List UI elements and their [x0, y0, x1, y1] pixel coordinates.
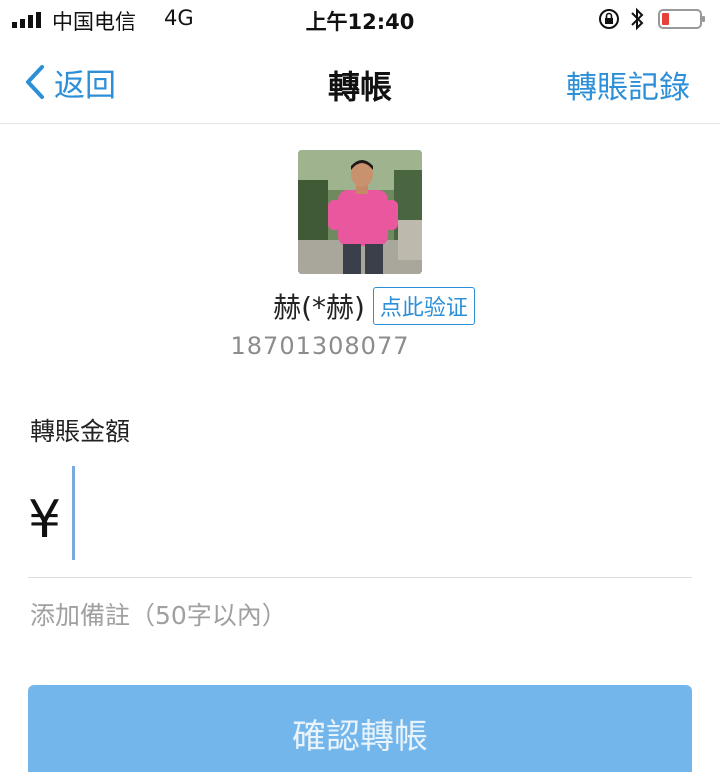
orientation-lock-icon: [599, 9, 619, 29]
payee-phone: 18701308077: [0, 332, 720, 360]
amount-input[interactable]: ¥: [28, 464, 692, 564]
remark-input[interactable]: 添加備註（50字以內）: [30, 596, 287, 632]
payee-row: 赫(*赫) 点此验证: [0, 286, 720, 326]
text-caret: [72, 466, 75, 560]
confirm-transfer-button[interactable]: 確認轉帳: [28, 685, 692, 772]
verify-link[interactable]: 点此验证: [372, 287, 475, 325]
amount-label: 轉賬金額: [30, 417, 131, 446]
payee-name: 赫(*赫): [273, 291, 365, 324]
nav-bar: 返回 轉帳 轉賬記錄: [0, 40, 720, 124]
divider: [28, 577, 692, 578]
status-bar: 中国电信 4G 上午12:40: [0, 0, 720, 40]
bluetooth-icon: [631, 7, 644, 31]
transfer-history-link[interactable]: 轉賬記錄: [566, 62, 690, 107]
battery-low-icon: [658, 9, 705, 29]
payee-phone-text: 18701308077: [230, 332, 410, 360]
avatar: [298, 150, 422, 274]
currency-symbol: ¥: [28, 490, 62, 550]
